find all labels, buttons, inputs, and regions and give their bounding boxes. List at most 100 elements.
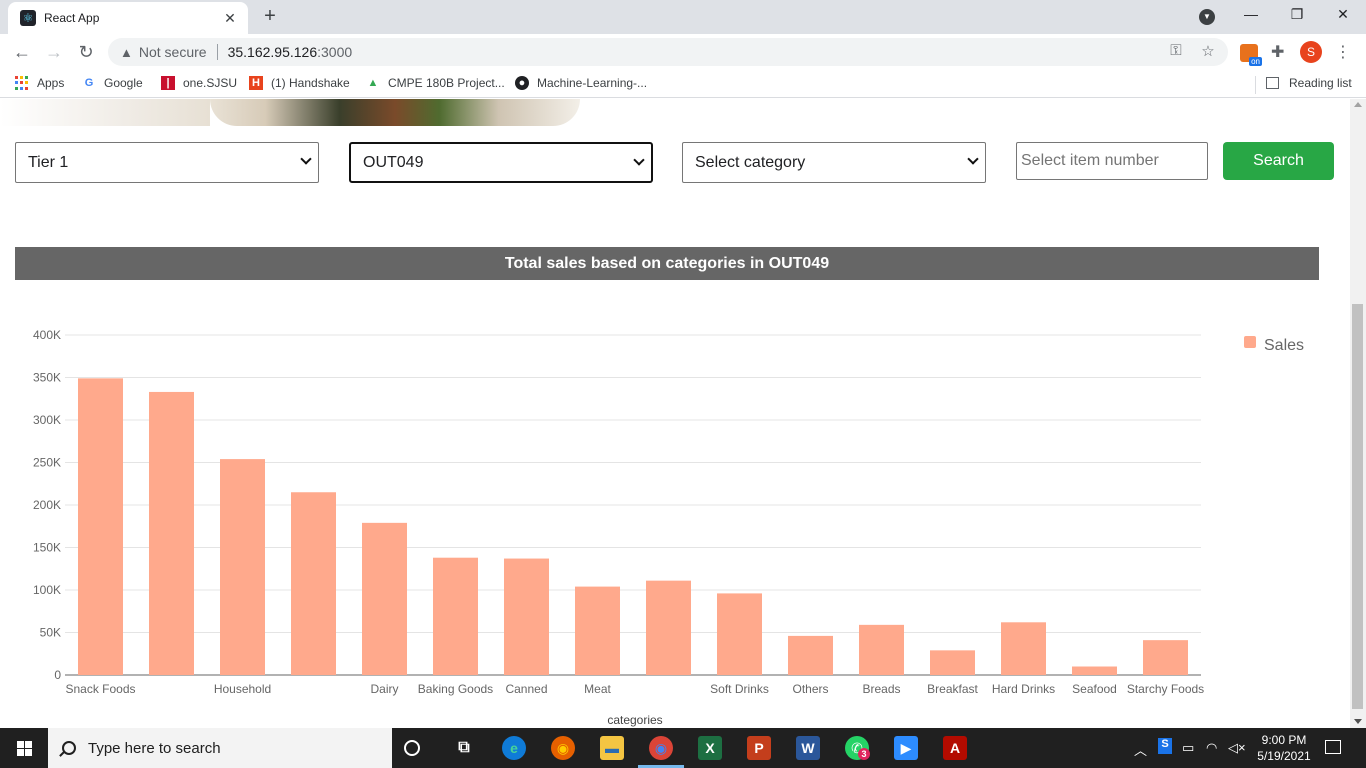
item-number-input[interactable]	[1016, 142, 1208, 180]
security-label[interactable]: Not secure	[139, 44, 207, 60]
tray-chevron-up-icon[interactable]: ︿	[1134, 740, 1147, 759]
y-tick-label: 400K	[33, 328, 61, 342]
restore-button[interactable]: ❐	[1285, 6, 1309, 23]
x-tick-label: Meat	[584, 682, 611, 696]
search-button[interactable]: Search	[1223, 142, 1334, 180]
tray-app-icon[interactable]: S	[1158, 738, 1172, 754]
y-tick-label: 300K	[33, 413, 61, 427]
legend-label: Sales	[1264, 337, 1304, 354]
x-tick-label: Canned	[505, 682, 547, 696]
bar-baking-goods	[433, 557, 478, 675]
reading-list-label: Reading list	[1289, 76, 1352, 90]
x-tick-label: Others	[792, 682, 828, 696]
edge-icon[interactable]: e	[502, 736, 526, 760]
bar-breakfast	[930, 650, 975, 675]
hero-image-left	[0, 99, 210, 126]
bar-frozen-foods	[291, 492, 336, 675]
legend-swatch	[1244, 336, 1256, 348]
browser-tab-strip: ⚛ React App ✕ + ▼ — ❐ ✕	[0, 0, 1366, 34]
profile-avatar[interactable]: S	[1300, 41, 1322, 63]
apps-grid-icon	[15, 76, 29, 90]
task-view-icon[interactable]: ⧉	[452, 736, 476, 760]
scroll-up-icon[interactable]	[1354, 102, 1362, 107]
volume-muted-icon[interactable]: ◁×	[1228, 740, 1246, 756]
x-tick-label: Hard Drinks	[992, 682, 1055, 696]
warning-icon[interactable]: ▲	[120, 45, 133, 60]
back-arrow-icon[interactable]: ←	[12, 42, 32, 62]
cortana-icon[interactable]	[404, 740, 420, 756]
menu-kebab-icon[interactable]: ⋮	[1335, 42, 1351, 62]
bookmark-label: one.SJSU	[183, 76, 238, 90]
reload-icon[interactable]: ↻	[76, 42, 96, 62]
bar-snack-foods	[78, 378, 123, 675]
forward-arrow-icon[interactable]: →	[44, 42, 64, 62]
bookmark-apps[interactable]: Apps	[15, 76, 64, 90]
sales-bar-chart: 0 50K 100K 150K 200K 250K 300K 350K 400K Snack Fo…	[33, 328, 1304, 727]
bookmark-handshake[interactable]: H (1) Handshake	[249, 76, 350, 90]
close-window-button[interactable]: ✕	[1331, 6, 1355, 23]
scrollbar-thumb[interactable]	[1352, 304, 1363, 709]
x-tick-label: Breads	[862, 682, 900, 696]
x-tick-label: Snack Foods	[65, 682, 135, 696]
scroll-down-icon[interactable]	[1354, 719, 1362, 724]
bar-dairy	[362, 522, 407, 675]
page-content: Tier 1 OUT049 Select category Search Tot…	[0, 99, 1350, 728]
zoom-icon[interactable]: ▶	[894, 736, 918, 760]
taskbar-clock[interactable]: 9:00 PM 5/19/2021	[1250, 732, 1318, 764]
browser-tab[interactable]: ⚛ React App ✕	[8, 2, 248, 34]
url-host: 35.162.95.126	[227, 44, 318, 60]
bookmark-label: (1) Handshake	[271, 76, 350, 90]
taskbar-search-box[interactable]: Type here to search	[48, 728, 392, 768]
powerpoint-icon[interactable]: P	[747, 736, 771, 760]
windows-logo-icon	[16, 740, 32, 756]
github-icon: ●	[515, 76, 529, 90]
windows-taskbar: Type here to search ⧉ e ◉ ▬ ◉ X P W ✆ 3 …	[0, 728, 1366, 768]
bookmark-cmpe-project[interactable]: ▲ CMPE 180B Project...	[366, 76, 505, 90]
start-button[interactable]	[0, 728, 48, 768]
outlet-select[interactable]: OUT049	[349, 142, 653, 183]
wifi-icon[interactable]: ◠	[1206, 740, 1217, 756]
tab-close-icon[interactable]: ✕	[222, 10, 238, 27]
firefox-icon[interactable]: ◉	[551, 736, 575, 760]
new-tab-button[interactable]: +	[260, 6, 280, 26]
bookmark-label: Machine-Learning-...	[537, 76, 648, 90]
reading-list-icon	[1266, 77, 1279, 89]
extension-icon[interactable]: on	[1240, 44, 1262, 66]
word-icon[interactable]: W	[796, 736, 820, 760]
bookmark-divider	[1255, 76, 1256, 94]
bar-meat	[575, 586, 620, 675]
address-bar[interactable]: ▲ Not secure 35.162.95.126 :3000	[108, 38, 1228, 66]
google-icon: G	[84, 77, 94, 89]
chevron-down-icon	[300, 153, 312, 165]
clock-time: 9:00 PM	[1261, 733, 1307, 747]
category-select[interactable]: Select category	[682, 142, 986, 183]
minimize-button[interactable]: —	[1239, 6, 1263, 22]
chevron-down-icon	[633, 154, 645, 166]
bookmark-one-sjsu[interactable]: | one.SJSU	[161, 76, 237, 90]
category-select-value: Select category	[695, 153, 806, 171]
y-tick-label: 200K	[33, 498, 61, 512]
bar-breads	[859, 624, 904, 675]
file-explorer-icon[interactable]: ▬	[600, 736, 624, 760]
extensions-puzzle-icon[interactable]: ✚	[1271, 42, 1284, 62]
bookmark-star-icon[interactable]: ☆	[1198, 42, 1218, 60]
vertical-scrollbar[interactable]	[1350, 99, 1366, 728]
acrobat-icon[interactable]: A	[943, 736, 967, 760]
bar-household	[220, 459, 265, 675]
search-icon	[62, 741, 76, 755]
notification-center-icon[interactable]	[1325, 740, 1341, 754]
bookmark-machine-learning[interactable]: ● Machine-Learning-...	[515, 76, 647, 90]
battery-icon[interactable]: ▭	[1182, 740, 1194, 756]
key-icon[interactable]: ⚿	[1166, 42, 1186, 59]
chrome-icon[interactable]: ◉	[649, 736, 673, 760]
bookmark-google[interactable]: G Google	[82, 76, 143, 90]
y-tick-label: 100K	[33, 583, 61, 597]
react-favicon-icon: ⚛	[20, 10, 36, 26]
tier-select[interactable]: Tier 1	[15, 142, 319, 183]
sjsu-icon: |	[161, 76, 175, 90]
excel-icon[interactable]: X	[698, 736, 722, 760]
tab-search-icon[interactable]: ▼	[1199, 9, 1215, 25]
reading-list-button[interactable]: Reading list	[1266, 76, 1352, 90]
browser-toolbar: ← → ↻ ▲ Not secure 35.162.95.126 :3000 ⚿…	[0, 34, 1366, 70]
taskbar-search-placeholder: Type here to search	[88, 739, 221, 757]
